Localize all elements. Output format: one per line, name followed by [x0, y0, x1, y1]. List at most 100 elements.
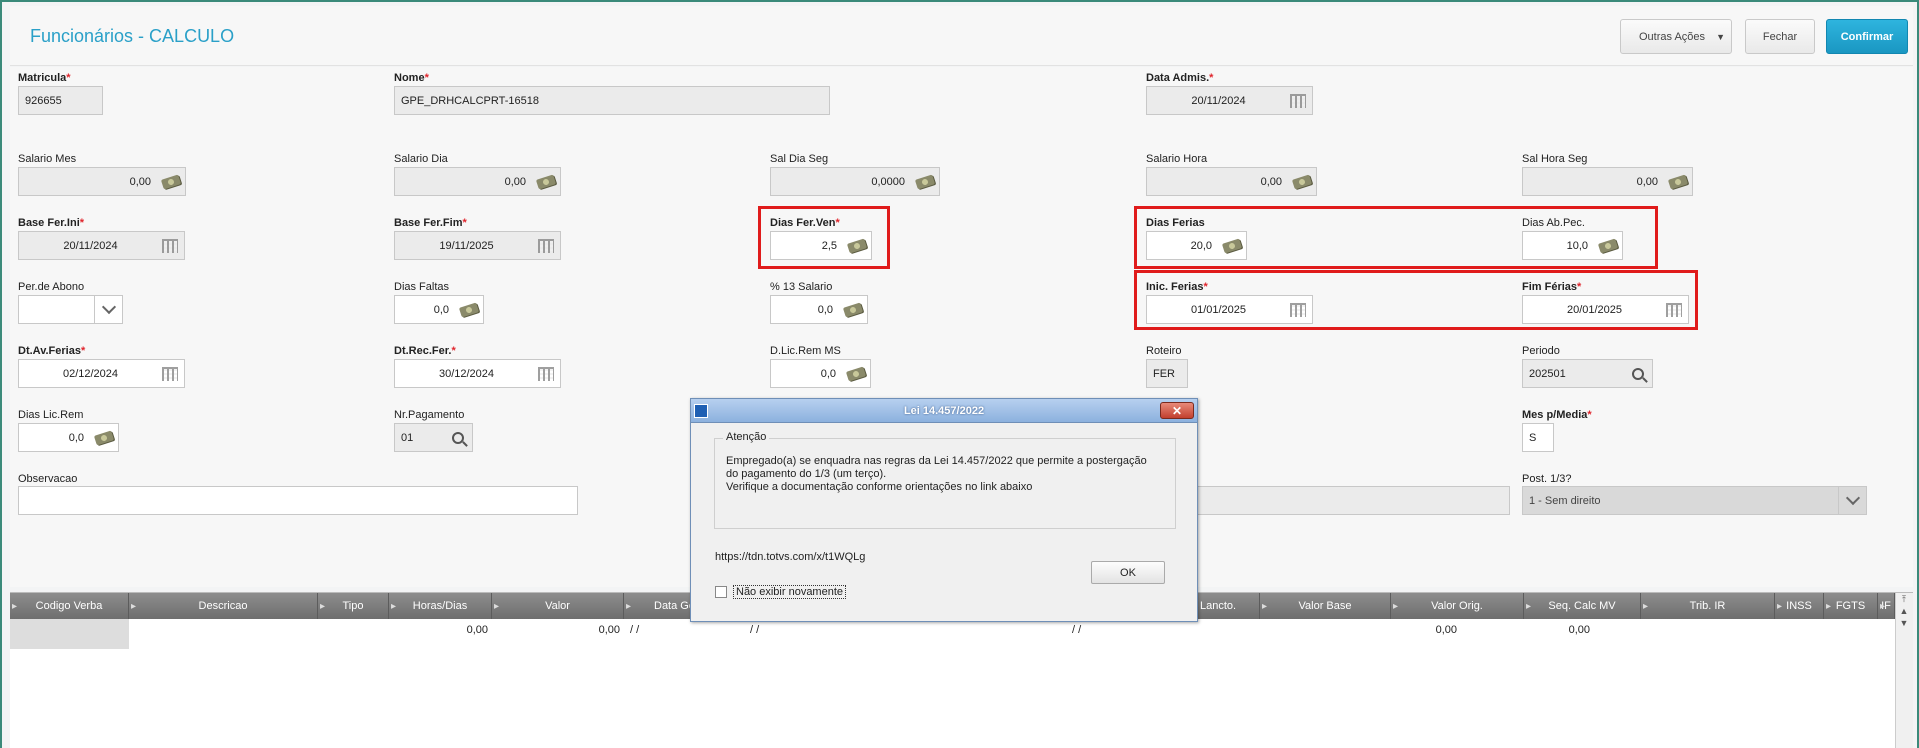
- money-icon[interactable]: [532, 168, 560, 195]
- page-header: Funcionários - CALCULO Outras Ações ▼ Fe…: [10, 6, 1913, 66]
- col-valor-base[interactable]: Valor Base: [1260, 593, 1391, 619]
- cell-data-2[interactable]: / /: [746, 619, 1068, 641]
- col-descricao[interactable]: Descricao: [129, 593, 318, 619]
- observacao-field[interactable]: [18, 486, 578, 515]
- dialog-titlebar[interactable]: Lei 14.457/2022 ✕: [691, 399, 1197, 423]
- ok-button[interactable]: OK: [1091, 561, 1165, 584]
- hidden-field-behind-dialog[interactable]: [1146, 486, 1510, 515]
- money-icon[interactable]: [911, 168, 939, 195]
- roteiro-field[interactable]: FER: [1146, 359, 1188, 388]
- dias-lic-rem-field[interactable]: 0,0: [18, 423, 119, 452]
- grid-scrollbar[interactable]: ⤒ ▲ ▼: [1895, 593, 1913, 748]
- d-lic-rem-ms-label: D.Lic.Rem MS: [770, 345, 841, 357]
- money-icon[interactable]: [839, 296, 867, 323]
- calendar-icon[interactable]: [1284, 87, 1312, 114]
- table-row[interactable]: 0,00 0,00 / / / / / / 0,00 0,00: [10, 619, 1895, 649]
- scroll-top-icon[interactable]: ⤒: [1896, 593, 1912, 605]
- calendar-icon[interactable]: [156, 232, 184, 259]
- col-seq-calc-mv[interactable]: Seq. Calc MV: [1524, 593, 1641, 619]
- col-valor-orig[interactable]: Valor Orig.: [1391, 593, 1524, 619]
- calendar-icon[interactable]: [1660, 296, 1688, 323]
- mes-p-media-label: Mes p/Media*: [1522, 409, 1592, 421]
- post-1-3-select[interactable]: 1 - Sem direito: [1522, 486, 1867, 515]
- inic-ferias-field[interactable]: 01/01/2025: [1146, 295, 1313, 324]
- salario-hora-label: Salario Hora: [1146, 153, 1208, 165]
- fechar-button[interactable]: Fechar: [1745, 19, 1815, 54]
- cell-data-3[interactable]: / /: [1068, 619, 1190, 641]
- cell-horas[interactable]: 0,00: [389, 619, 492, 641]
- search-icon[interactable]: [1624, 360, 1652, 387]
- fim-ferias-field[interactable]: 20/01/2025: [1522, 295, 1689, 324]
- dias-ferias-field[interactable]: 20,0: [1146, 231, 1247, 260]
- money-icon[interactable]: [90, 424, 118, 451]
- caret-down-icon: ▼: [1716, 31, 1725, 42]
- col-inss[interactable]: INSS: [1775, 593, 1824, 619]
- calendar-icon[interactable]: [532, 360, 560, 387]
- calendar-icon[interactable]: [1284, 296, 1312, 323]
- base-fer-fim-field[interactable]: 19/11/2025: [394, 231, 561, 260]
- periodo-field[interactable]: 202501: [1522, 359, 1653, 388]
- calendar-icon[interactable]: [532, 232, 560, 259]
- mes-p-media-field[interactable]: S: [1522, 423, 1554, 452]
- nr-pagamento-field[interactable]: 01: [394, 423, 473, 452]
- dt-rec-fer-field[interactable]: 30/12/2024: [394, 359, 561, 388]
- col-trib-ir[interactable]: Trib. IR: [1641, 593, 1775, 619]
- nome-field[interactable]: GPE_DRHCALCPRT-16518: [394, 86, 830, 115]
- confirmar-button[interactable]: Confirmar: [1826, 19, 1908, 54]
- matricula-field[interactable]: 926655: [18, 86, 103, 115]
- dias-ab-pec-field[interactable]: 10,0: [1522, 231, 1623, 260]
- scroll-down-icon[interactable]: ▼: [1896, 617, 1912, 629]
- calendar-icon[interactable]: [156, 360, 184, 387]
- cell-codigo-verba[interactable]: [10, 619, 129, 649]
- checkbox-box[interactable]: [715, 586, 727, 598]
- money-icon[interactable]: [1218, 232, 1246, 259]
- dias-fer-ven-field[interactable]: 2,5: [770, 231, 872, 260]
- scroll-up-icon[interactable]: ▲: [1896, 605, 1912, 617]
- money-icon[interactable]: [843, 232, 871, 259]
- chevron-down-icon[interactable]: [1838, 487, 1866, 514]
- per-abono-select[interactable]: [18, 295, 123, 324]
- money-icon[interactable]: [455, 296, 483, 323]
- cell-valor-orig[interactable]: 0,00: [1461, 619, 1594, 641]
- col-valor[interactable]: Valor: [492, 593, 624, 619]
- tdn-link[interactable]: https://tdn.totvs.com/x/t1WQLg: [715, 551, 865, 563]
- cell-data-1[interactable]: / /: [624, 619, 746, 641]
- col-codigo-verba[interactable]: Codigo Verba: [10, 593, 129, 619]
- outras-acoes-label: Outras Ações: [1639, 30, 1706, 43]
- cell-valor-base[interactable]: 0,00: [1190, 619, 1461, 641]
- money-icon[interactable]: [1664, 168, 1692, 195]
- col-lancto[interactable]: Lancto.: [1190, 593, 1260, 619]
- periodo-label: Periodo: [1522, 345, 1560, 357]
- page-title: Funcionários - CALCULO: [30, 26, 235, 46]
- money-icon[interactable]: [1594, 232, 1622, 259]
- salario-hora-field[interactable]: 0,00: [1146, 167, 1317, 196]
- search-icon[interactable]: [444, 424, 472, 451]
- cell-tipo[interactable]: [318, 619, 389, 641]
- close-icon[interactable]: ✕: [1160, 402, 1194, 419]
- col-if[interactable]: IF: [1878, 593, 1895, 619]
- money-icon[interactable]: [157, 168, 185, 195]
- col-horas-dias[interactable]: Horas/Dias: [389, 593, 492, 619]
- base-fer-ini-field[interactable]: 20/11/2024: [18, 231, 185, 260]
- data-admis-field[interactable]: 20/11/2024: [1146, 86, 1313, 115]
- money-icon[interactable]: [842, 360, 870, 387]
- dt-av-ferias-field[interactable]: 02/12/2024: [18, 359, 185, 388]
- pct-13-salario-field[interactable]: 0,0: [770, 295, 868, 324]
- money-icon[interactable]: [1288, 168, 1316, 195]
- salario-mes-field[interactable]: 0,00: [18, 167, 186, 196]
- dialog-title: Lei 14.457/2022: [903, 404, 985, 417]
- d-lic-rem-ms-field[interactable]: 0,0: [770, 359, 871, 388]
- dias-faltas-field[interactable]: 0,0: [394, 295, 484, 324]
- chevron-down-icon[interactable]: [94, 296, 122, 323]
- post-1-3-label: Post. 1/3?: [1522, 473, 1572, 485]
- sal-hora-seg-field[interactable]: 0,00: [1522, 167, 1693, 196]
- col-tipo[interactable]: Tipo: [318, 593, 389, 619]
- outras-acoes-button[interactable]: Outras Ações ▼: [1620, 19, 1732, 54]
- cell-descricao[interactable]: [129, 619, 318, 641]
- base-fer-fim-label: Base Fer.Fim*: [394, 217, 467, 229]
- col-fgts[interactable]: FGTS: [1824, 593, 1878, 619]
- cell-valor[interactable]: 0,00: [492, 619, 624, 641]
- salario-dia-field[interactable]: 0,00: [394, 167, 561, 196]
- nao-exibir-checkbox[interactable]: Não exibir novamente: [715, 585, 847, 599]
- sal-dia-seg-field[interactable]: 0,0000: [770, 167, 940, 196]
